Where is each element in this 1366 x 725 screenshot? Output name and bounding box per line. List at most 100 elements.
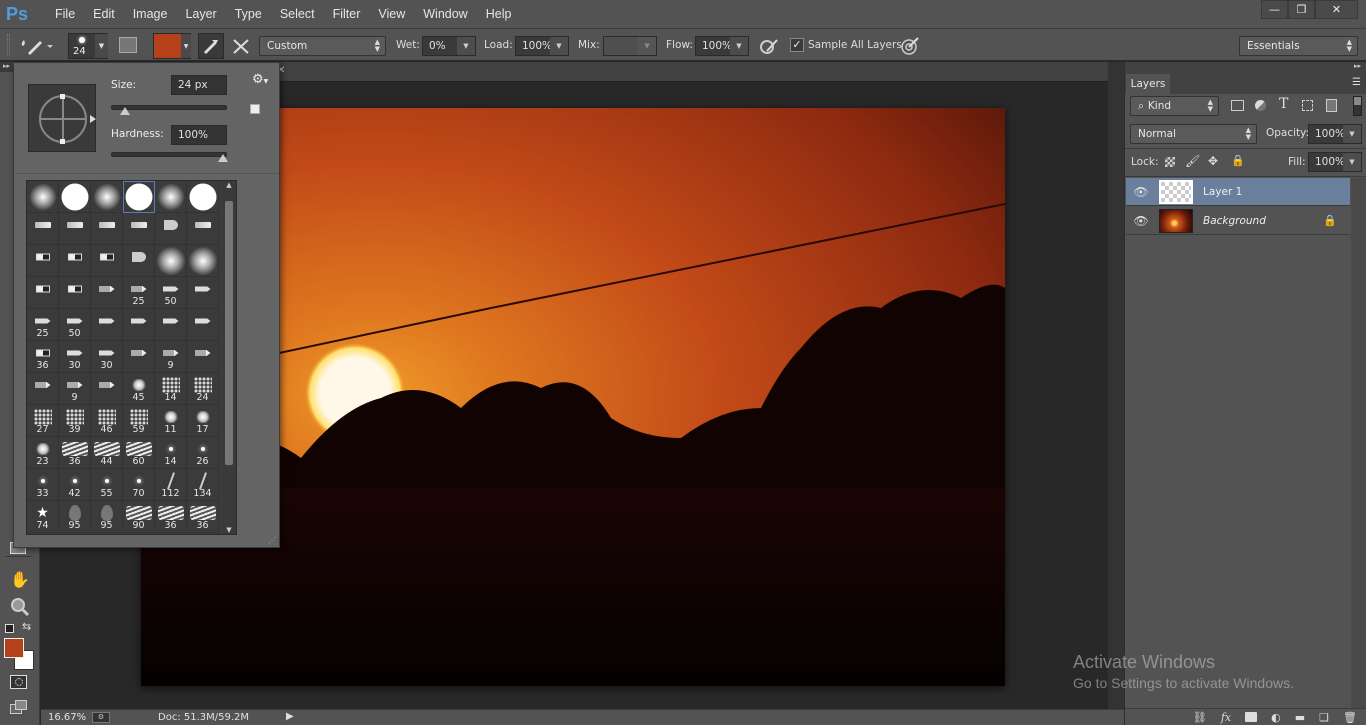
add-mask-icon[interactable]: [1245, 712, 1258, 722]
clean-brush-after-stroke-toggle[interactable]: [231, 37, 251, 58]
chevron-down-icon[interactable]: ▼: [1343, 125, 1361, 143]
brush-preset[interactable]: 27: [27, 405, 59, 437]
brush-preset[interactable]: 134: [187, 469, 219, 501]
minimize-button[interactable]: —: [1261, 0, 1288, 19]
smart-object-filter-icon[interactable]: [1326, 99, 1337, 112]
brush-preset[interactable]: 26: [187, 437, 219, 469]
lock-paint-icon[interactable]: 🖌: [1185, 154, 1200, 168]
menu-file[interactable]: File: [46, 7, 84, 21]
brush-angle-preview[interactable]: [28, 84, 96, 152]
brush-preset[interactable]: 14: [155, 437, 187, 469]
brush-preset[interactable]: [155, 245, 187, 277]
workspace-select[interactable]: Essentials ▲ ▼: [1239, 36, 1358, 56]
brush-preset[interactable]: [91, 213, 123, 245]
brush-preset[interactable]: [59, 181, 91, 213]
zoom-tool-icon[interactable]: [10, 597, 30, 620]
brush-panel-toggle-icon[interactable]: [119, 37, 137, 53]
lock-transparent-icon[interactable]: [1165, 157, 1175, 167]
scroll-thumb[interactable]: [225, 201, 233, 465]
brush-preset[interactable]: [187, 213, 219, 245]
wet-field[interactable]: 0% ▼: [422, 36, 476, 56]
chevron-down-icon[interactable]: ▼: [550, 37, 568, 55]
new-layer-icon[interactable]: ❏: [1319, 711, 1329, 724]
brush-preset[interactable]: 24: [187, 373, 219, 405]
filter-toggle-switch[interactable]: [1353, 96, 1362, 116]
mix-field[interactable]: ▼: [603, 36, 657, 56]
menu-type[interactable]: Type: [226, 7, 271, 21]
layer-filter-select[interactable]: ⌕ Kind ▲ ▼: [1130, 96, 1219, 116]
brush-preset[interactable]: [123, 245, 155, 277]
brush-preset[interactable]: [187, 181, 219, 213]
brush-preset[interactable]: [155, 181, 187, 213]
type-layer-filter-icon[interactable]: T: [1279, 96, 1288, 112]
lock-move-icon[interactable]: ✥: [1208, 154, 1218, 168]
restore-button[interactable]: ❐: [1288, 0, 1315, 19]
fill-field[interactable]: 100% ▼: [1308, 152, 1362, 172]
close-button[interactable]: ✕: [1315, 0, 1358, 19]
menu-window[interactable]: Window: [414, 7, 476, 21]
brush-preset[interactable]: [155, 213, 187, 245]
brush-preset[interactable]: [187, 341, 219, 373]
brush-preset[interactable]: 25: [123, 277, 155, 309]
brush-preset[interactable]: 30: [91, 341, 123, 373]
foreground-color-swatch[interactable]: [4, 638, 24, 658]
zoom-level[interactable]: 16.67%: [48, 712, 86, 723]
brush-preset[interactable]: [91, 373, 123, 405]
screen-mode-icon[interactable]: [10, 700, 28, 714]
current-brush-load-swatch[interactable]: ▼: [153, 33, 191, 59]
scroll-up-icon[interactable]: ▲: [222, 181, 236, 189]
brush-preset[interactable]: 50: [59, 309, 91, 341]
brush-preset[interactable]: [27, 213, 59, 245]
layer-row-layer-1[interactable]: 👁 Layer 1: [1126, 178, 1350, 206]
pixel-layer-filter-icon[interactable]: [1231, 100, 1244, 111]
delete-layer-trash-icon[interactable]: 🗑: [1343, 711, 1357, 724]
brush-preset[interactable]: 42: [59, 469, 91, 501]
panel-menu-icon[interactable]: ☰: [1352, 77, 1361, 88]
brush-preset[interactable]: 112: [155, 469, 187, 501]
vertical-scrollbar[interactable]: [1108, 62, 1124, 709]
adjustment-layer-icon[interactable]: ◐: [1271, 711, 1281, 724]
chevron-down-icon[interactable]: ▼: [457, 37, 475, 55]
brush-preset[interactable]: 36: [27, 341, 59, 373]
brush-preset[interactable]: 50: [155, 277, 187, 309]
brush-preset[interactable]: [27, 373, 59, 405]
brush-grid-scrollbar[interactable]: ▲ ▼: [222, 181, 236, 534]
size-slider-thumb[interactable]: [120, 107, 131, 115]
hardness-slider-thumb[interactable]: [218, 154, 228, 162]
brush-preset[interactable]: 90: [123, 501, 155, 533]
options-grip[interactable]: [7, 34, 10, 56]
swap-colors-icon[interactable]: ⇆: [22, 620, 31, 633]
brush-preset[interactable]: 36: [187, 501, 219, 533]
brush-preset[interactable]: 9: [59, 373, 91, 405]
brush-preset[interactable]: 30: [59, 341, 91, 373]
visibility-eye-icon[interactable]: 👁: [1126, 214, 1156, 228]
menu-view[interactable]: View: [369, 7, 414, 21]
brush-preset[interactable]: 55: [91, 469, 123, 501]
brush-preset[interactable]: [91, 277, 123, 309]
layer-name[interactable]: Layer 1: [1203, 186, 1242, 198]
quick-mask-icon[interactable]: [10, 675, 27, 689]
brush-preset[interactable]: 70: [123, 469, 155, 501]
link-layers-icon[interactable]: ⛓: [1193, 711, 1207, 724]
airbrush-toggle[interactable]: [759, 37, 781, 58]
adjustment-layer-filter-icon[interactable]: [1255, 100, 1266, 111]
brush-preset[interactable]: 23: [27, 437, 59, 469]
chevron-down-icon[interactable]: ▼: [638, 37, 656, 55]
menu-edit[interactable]: Edit: [84, 7, 124, 21]
status-menu-arrow-icon[interactable]: ▶: [286, 711, 294, 722]
shape-layer-filter-icon[interactable]: [1302, 100, 1313, 111]
brush-preset-picker[interactable]: 24 ▼: [68, 33, 108, 59]
menu-help[interactable]: Help: [477, 7, 521, 21]
resize-grip-icon[interactable]: ⋰: [268, 536, 276, 545]
brush-preset[interactable]: 39: [59, 405, 91, 437]
default-colors-icon[interactable]: [5, 624, 14, 633]
menu-image[interactable]: Image: [124, 7, 177, 21]
mixer-preset-select[interactable]: Custom ▲ ▼: [259, 36, 386, 56]
lock-all-icon[interactable]: 🔒: [1231, 154, 1245, 167]
brush-preset[interactable]: [27, 277, 59, 309]
brush-preset[interactable]: [59, 245, 91, 277]
brush-preset[interactable]: [59, 213, 91, 245]
brush-preset[interactable]: 59: [123, 405, 155, 437]
brush-preset[interactable]: [27, 245, 59, 277]
brush-preset[interactable]: [187, 309, 219, 341]
